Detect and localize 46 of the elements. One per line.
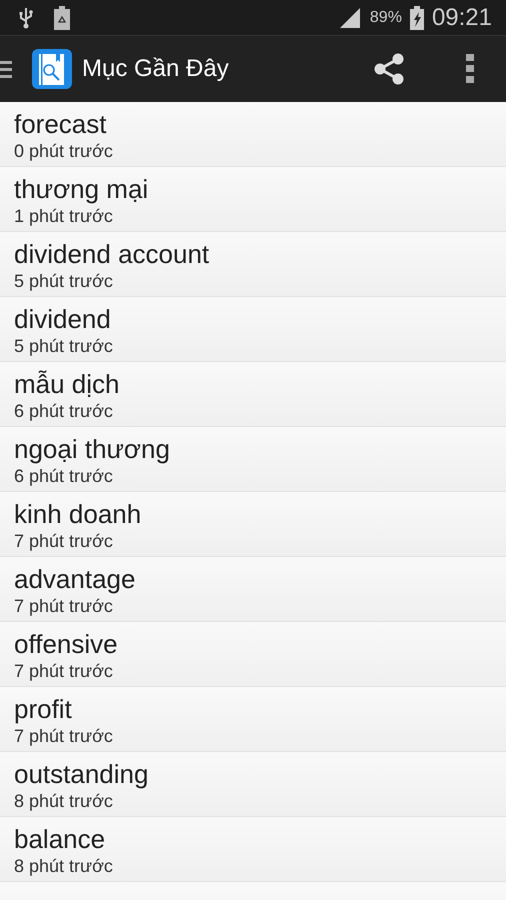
battery-charging-icon: [410, 6, 424, 30]
time-ago-text: 6 phút trước: [14, 400, 113, 422]
word-text: ngoại thương: [14, 433, 170, 465]
history-item[interactable]: dividend 5 phút trước: [0, 297, 506, 362]
word-text: thương mại: [14, 173, 148, 205]
time-ago-text: 7 phút trước: [14, 725, 113, 747]
time-ago-text: 8 phút trước: [14, 790, 113, 812]
history-item[interactable]: outstanding 8 phút trước: [0, 752, 506, 817]
clock: 09:21: [432, 4, 492, 32]
history-item[interactable]: dividend account 5 phút trước: [0, 232, 506, 297]
history-item[interactable]: balance 8 phút trước: [0, 817, 506, 882]
screen-title: Mục Gần Đây: [82, 55, 229, 83]
time-ago-text: 5 phút trước: [14, 270, 113, 292]
time-ago-text: 7 phút trước: [14, 530, 113, 552]
history-item[interactable]: thương mại 1 phút trước: [0, 167, 506, 232]
time-ago-text: 1 phút trước: [14, 205, 113, 227]
battery-percent: 89%: [370, 8, 402, 26]
word-text: mẫu dịch: [14, 368, 120, 400]
usb-icon: [18, 6, 34, 28]
word-text: kinh doanh: [14, 498, 142, 530]
word-text: balance: [14, 823, 106, 855]
history-item[interactable]: kinh doanh 7 phút trước: [0, 492, 506, 557]
word-text: forecast: [14, 108, 106, 140]
signal-icon: [340, 8, 362, 28]
history-item[interactable]: offensive 7 phút trước: [0, 622, 506, 687]
history-item[interactable]: forecast 0 phút trước: [0, 102, 506, 167]
time-ago-text: 6 phút trước: [14, 465, 113, 487]
more-options-icon[interactable]: [466, 54, 474, 84]
history-item[interactable]: profit 7 phút trước: [0, 687, 506, 752]
history-item[interactable]: advantage 7 phút trước: [0, 557, 506, 622]
time-ago-text: 0 phút trước: [14, 140, 113, 162]
time-ago-text: 7 phút trước: [14, 660, 113, 682]
history-item[interactable]: ngoại thương 6 phút trước: [0, 427, 506, 492]
word-text: advantage: [14, 563, 136, 595]
word-text: profit: [14, 693, 72, 725]
time-ago-text: 8 phút trước: [14, 855, 113, 877]
word-text: outstanding: [14, 758, 148, 790]
word-text: offensive: [14, 628, 118, 660]
word-text: dividend account: [14, 238, 210, 270]
menu-icon[interactable]: [0, 58, 12, 80]
time-ago-text: 7 phút trước: [14, 595, 113, 617]
dictionary-app-icon: [32, 49, 72, 89]
word-text: dividend: [14, 303, 111, 335]
history-item[interactable]: mẫu dịch 6 phút trước: [0, 362, 506, 427]
share-icon[interactable]: [372, 52, 406, 86]
time-ago-text: 5 phút trước: [14, 335, 113, 357]
